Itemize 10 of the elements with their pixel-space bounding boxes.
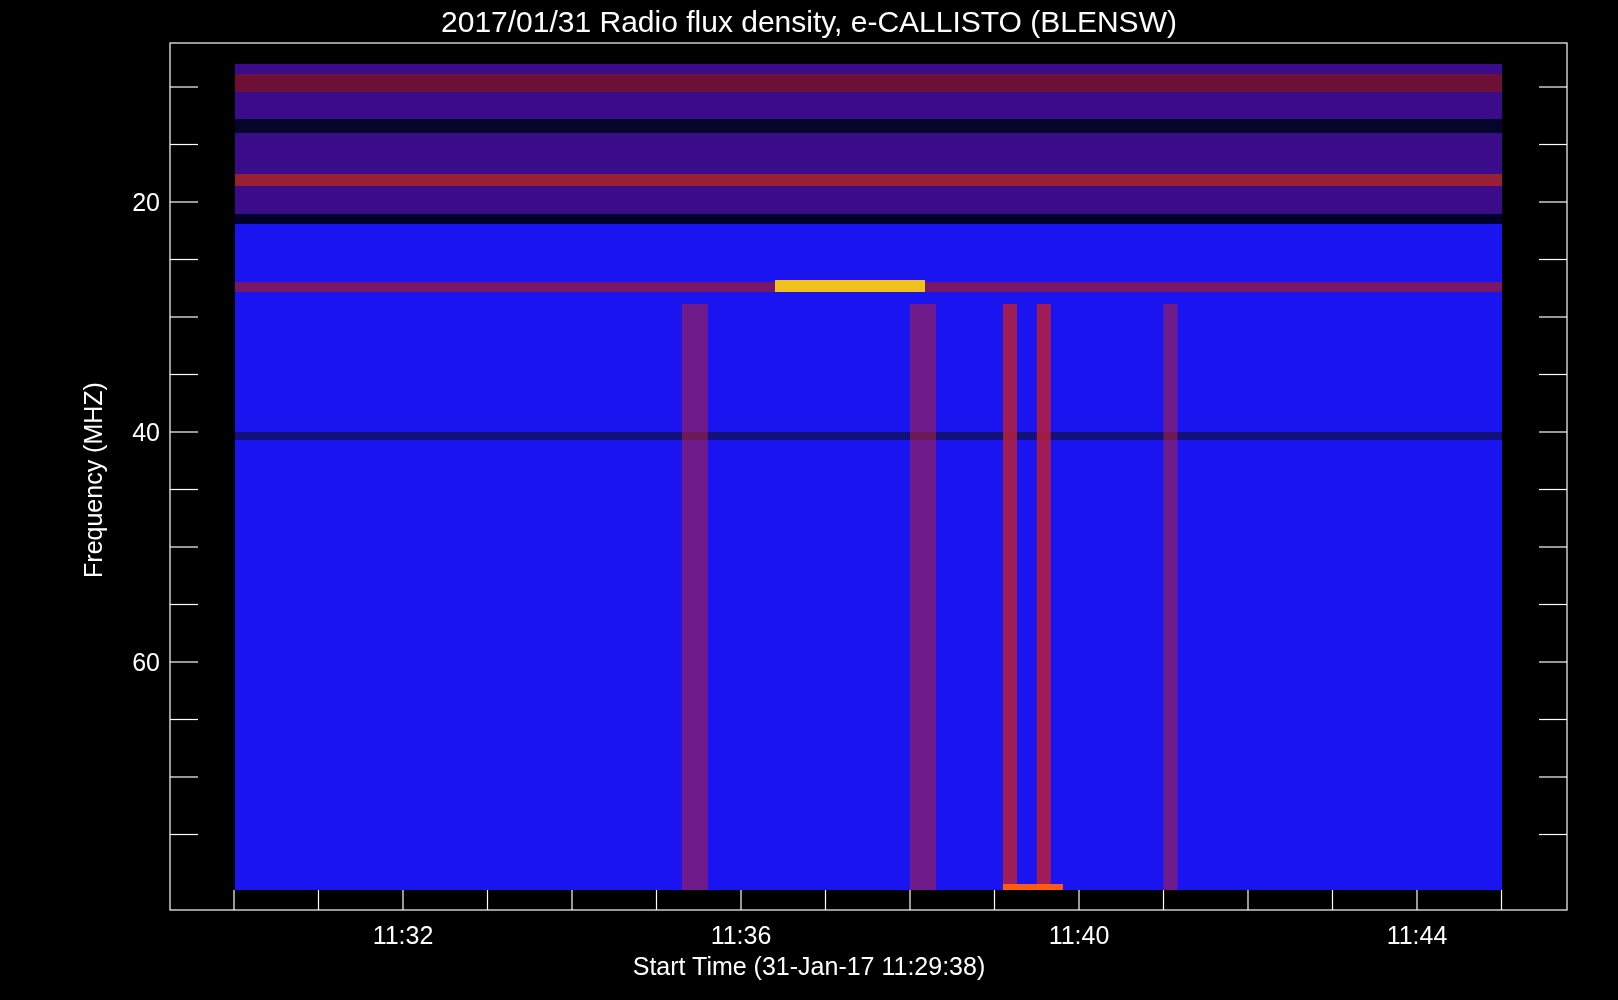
axis-label: Start Time (31-Jan-17 11:29:38) (632, 952, 986, 980)
tick-label: 20 (132, 188, 160, 216)
tick-label: 11:36 (710, 921, 772, 949)
tick-label: 11:40 (1048, 921, 1110, 949)
tick-label: 11:44 (1386, 921, 1448, 949)
tick-label: 11:32 (372, 921, 434, 949)
tick-label: 60 (132, 648, 160, 676)
chart-title: 2017/01/31 Radio flux density, e-CALLISTO (BLENSW) (441, 5, 1177, 38)
tick-label: 40 (132, 418, 160, 446)
axis-label: Frequency (MHZ) (79, 382, 107, 578)
